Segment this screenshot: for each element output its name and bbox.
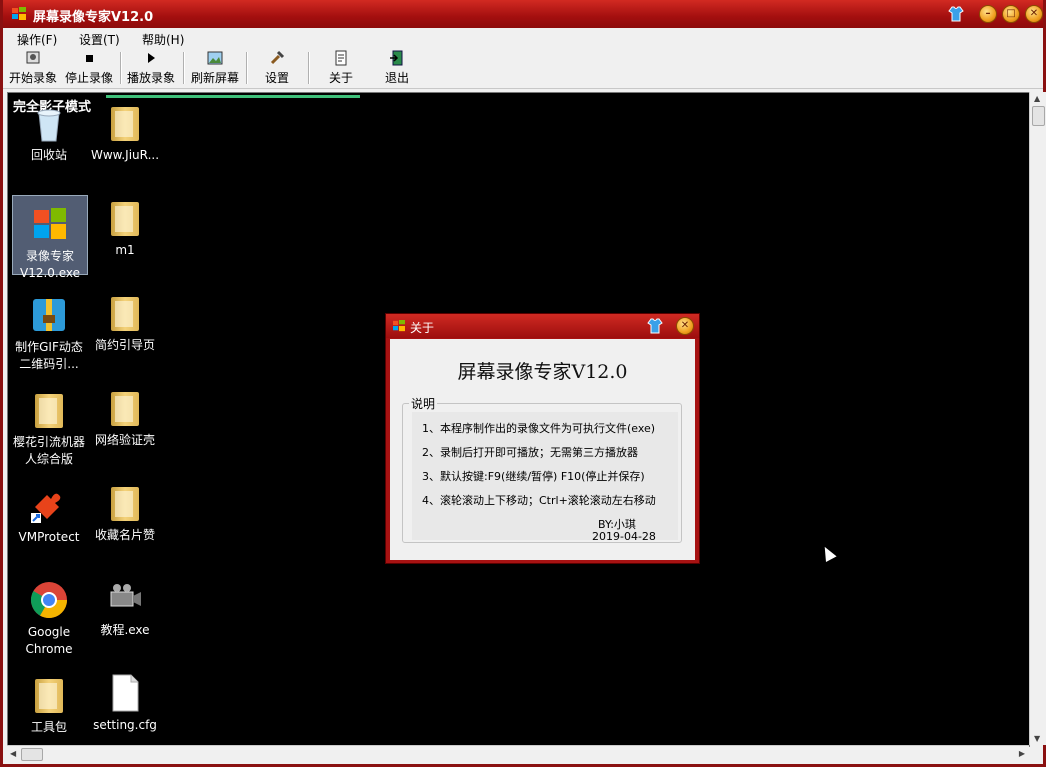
toolbar: 开始录象 停止录像 播放录象 刷新屏幕 设置 关于 退出: [3, 48, 1043, 89]
desktop-icon-recycle-bin[interactable]: 回收站: [12, 95, 86, 164]
toolbar-separator: [183, 52, 185, 84]
stop-icon: [86, 55, 93, 62]
chrome-icon: [29, 580, 69, 620]
recycle-bin-icon: [29, 103, 69, 143]
desktop-icon-guide-page[interactable]: 简约引导页: [88, 285, 162, 354]
minimize-button[interactable]: –: [979, 5, 997, 23]
windows-logo-icon: [393, 320, 405, 332]
horizontal-scroll-thumb[interactable]: [21, 748, 43, 761]
video-camera-icon: [105, 578, 145, 618]
folder-icon: [105, 483, 145, 523]
scroll-left-arrow-icon[interactable]: ◀: [10, 749, 16, 758]
desktop-icon-tutorial-exe[interactable]: 教程.exe: [88, 570, 162, 639]
dialog-title: 关于: [410, 321, 435, 335]
refresh-screen-button[interactable]: 刷新屏幕: [189, 50, 241, 86]
desktop-icon-net-shell[interactable]: 网络验证壳: [88, 380, 162, 449]
menu-help[interactable]: 帮助(H): [142, 31, 184, 48]
dialog-app-title: 屏幕录像专家V12.0: [457, 361, 628, 383]
tools-icon: [270, 50, 285, 65]
date-label: 2019-04-28: [592, 530, 656, 543]
desktop-icon-sakura-robot[interactable]: 樱花引流机器 人综合版: [12, 382, 86, 468]
maximize-button[interactable]: □: [1002, 5, 1020, 23]
description-group: 说明 1、本程序制作出的录像文件为可执行文件(exe) 2、录制后打开即可播放；…: [402, 395, 682, 543]
desktop-icon-www[interactable]: Www.JiuR...: [88, 95, 162, 164]
group-label: 说明: [409, 395, 438, 412]
play-icon: [148, 53, 155, 63]
title-bar[interactable]: 屏幕录像专家V12.0 – □ ✕: [3, 0, 1043, 28]
puzzle-icon: [29, 485, 69, 525]
horizontal-scrollbar[interactable]: ◀ ▶: [7, 745, 1029, 763]
about-button[interactable]: 关于: [321, 50, 361, 86]
dialog-close-button[interactable]: ✕: [676, 317, 694, 335]
description-line: 3、默认按键:F9(继续/暂停) F10(停止并保存): [422, 470, 645, 483]
desktop-icon-card-like[interactable]: 收藏名片赞: [88, 475, 162, 544]
window-title: 屏幕录像专家V12.0: [33, 10, 154, 25]
desktop-icon-chrome[interactable]: Google Chrome: [12, 572, 86, 658]
record-icon: [26, 51, 40, 64]
folder-icon: [105, 103, 145, 143]
exit-door-icon: [390, 50, 403, 66]
vertical-scrollbar[interactable]: ▲ ▼: [1029, 92, 1046, 745]
skin-shirt-icon[interactable]: [947, 5, 965, 23]
skin-shirt-icon[interactable]: [646, 317, 664, 335]
close-button[interactable]: ✕: [1025, 5, 1043, 23]
folder-icon: [105, 198, 145, 238]
picture-icon: [207, 51, 223, 65]
desktop-icon-toolkit[interactable]: 工具包: [12, 667, 86, 736]
windows-logo-icon: [30, 204, 70, 244]
scroll-down-arrow-icon[interactable]: ▼: [1034, 734, 1040, 743]
folder-icon: [105, 388, 145, 428]
desktop-icon-m1[interactable]: m1: [88, 190, 162, 259]
scroll-up-arrow-icon[interactable]: ▲: [1034, 94, 1040, 103]
stop-record-button[interactable]: 停止录像: [63, 50, 115, 86]
toolbar-separator: [308, 52, 310, 84]
description-line: 4、滚轮滚动上下移动；Ctrl+滚轮滚动左右移动: [422, 494, 656, 507]
folder-icon: [29, 675, 69, 715]
play-record-button[interactable]: 播放录象: [125, 50, 177, 86]
document-pen-icon: [335, 50, 347, 66]
desktop-icon-vmprotect[interactable]: VMProtect: [12, 477, 86, 546]
toolbar-separator: [120, 52, 122, 84]
vertical-scroll-thumb[interactable]: [1032, 106, 1045, 126]
toolbar-separator: [246, 52, 248, 84]
desktop-icon-setting-cfg[interactable]: setting.cfg: [88, 665, 162, 734]
menu-operation[interactable]: 操作(F): [17, 31, 57, 48]
start-record-button[interactable]: 开始录象: [7, 50, 59, 86]
app-window: 屏幕录像专家V12.0 – □ ✕ 操作(F) 设置(T) 帮助(H) 开始录象…: [0, 0, 1046, 767]
about-dialog: 关于 ✕ 屏幕录像专家V12.0 说明 1、本程序制作出的录像文件为可执行文件(…: [385, 313, 700, 564]
file-icon: [105, 673, 145, 713]
menu-bar: 操作(F) 设置(T) 帮助(H): [3, 28, 1043, 48]
exit-button[interactable]: 退出: [377, 50, 417, 86]
folder-icon: [29, 390, 69, 430]
desktop-icon-recorder-exe[interactable]: 录像专家 V12.0.exe: [12, 195, 88, 280]
archive-icon: [29, 295, 69, 335]
description-panel: 1、本程序制作出的录像文件为可执行文件(exe) 2、录制后打开即可播放；无需第…: [412, 412, 678, 543]
dialog-title-bar[interactable]: 关于 ✕: [386, 314, 699, 338]
menu-settings[interactable]: 设置(T): [79, 31, 120, 48]
windows-logo-icon: [12, 7, 26, 20]
settings-button[interactable]: 设置: [257, 50, 297, 86]
dialog-body: 屏幕录像专家V12.0 说明 1、本程序制作出的录像文件为可执行文件(exe) …: [390, 339, 695, 560]
description-line: 2、录制后打开即可播放；无需第三方播放器: [422, 446, 638, 459]
desktop-icon-gif-maker[interactable]: 制作GIF动态 二维码引...: [12, 287, 86, 373]
folder-icon: [105, 293, 145, 333]
description-line: 1、本程序制作出的录像文件为可执行文件(exe): [422, 422, 656, 435]
scroll-right-arrow-icon[interactable]: ▶: [1019, 749, 1025, 758]
